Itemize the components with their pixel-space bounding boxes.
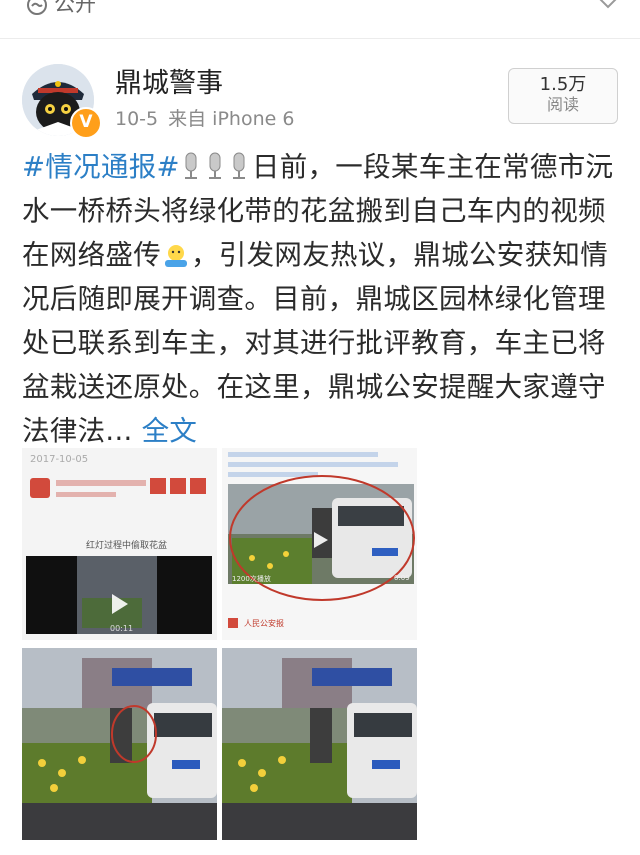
verified-badge: V (70, 107, 102, 139)
microphone-icon (184, 152, 197, 179)
chevron-down-icon[interactable] (594, 0, 622, 14)
read-count: 1.5万 (539, 74, 587, 95)
microphone-icon (232, 152, 245, 179)
hashtag-link[interactable]: #情况通报# (22, 151, 180, 183)
post-image-1[interactable]: 2017-10-05 红灯过程中偷取花盆 00:11 (22, 448, 217, 640)
post-image-4[interactable] (222, 648, 417, 840)
read-count-box: 1.5万 阅读 (508, 68, 618, 124)
visibility-label: 公开 (54, 0, 96, 16)
image-1-video-time: 00:11 (110, 624, 134, 633)
post-text: #情况通报# 日前，一段某车主在常德市沅水一桥桥头将绿化带的花盆搬到自己车内的视频… (22, 145, 628, 453)
post-image-3[interactable] (22, 648, 217, 840)
post-image-2[interactable]: 1200次播放 0:09 人民公安报 (222, 448, 417, 640)
shrug-emoji-icon (165, 245, 187, 267)
post-meta: 10-5 来自 iPhone 6 (115, 107, 304, 131)
image-2-video-time-right: 0:09 (394, 574, 410, 582)
post-date: 10-5 (115, 108, 159, 130)
image-1-video-title: 红灯过程中偷取花盆 (86, 541, 168, 551)
read-label: 阅读 (546, 95, 579, 114)
image-1-date: 2017-10-05 (30, 454, 89, 465)
microphone-icon (208, 152, 221, 179)
username[interactable]: 鼎城警事 (115, 67, 223, 101)
post-source: 来自 iPhone 6 (168, 108, 295, 130)
globe-icon (27, 0, 47, 15)
top-bar: 公开 (0, 0, 640, 39)
read-more-link[interactable]: 全文 (142, 415, 198, 447)
image-2-account: 人民公安报 (244, 619, 284, 628)
image-2-video-time-left: 1200次播放 (232, 575, 271, 583)
